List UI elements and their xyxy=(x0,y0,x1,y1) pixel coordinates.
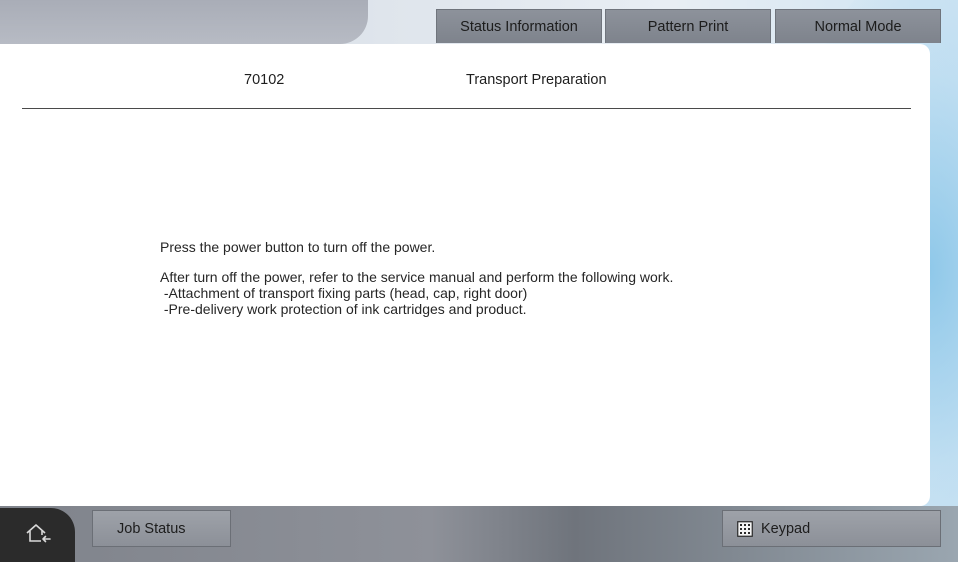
job-status-button[interactable]: Job Status xyxy=(92,510,231,547)
status-code: 70102 xyxy=(244,72,285,88)
instruction-line-attachment: -Attachment of transport fixing parts (h… xyxy=(160,285,528,301)
tab-pattern-print[interactable]: Pattern Print xyxy=(605,9,771,43)
keypad-button[interactable]: Keypad xyxy=(722,510,941,547)
keypad-label: Keypad xyxy=(761,520,811,537)
instruction-line-protection: -Pre-delivery work protection of ink car… xyxy=(160,301,527,317)
printer-panel-screen: Status Information Pattern Print Normal … xyxy=(0,0,958,562)
main-panel: 70102 Transport Preparation Press the po… xyxy=(0,44,930,506)
instruction-line-power: Press the power button to turn off the p… xyxy=(160,239,436,255)
top-left-tab-area xyxy=(0,0,368,44)
tab-normal-mode[interactable]: Normal Mode xyxy=(775,9,941,43)
keypad-icon xyxy=(737,520,753,537)
job-status-label: Job Status xyxy=(117,520,186,537)
page-title: Transport Preparation xyxy=(466,72,607,88)
tab-status-information[interactable]: Status Information xyxy=(436,9,602,43)
home-button[interactable] xyxy=(0,508,75,562)
instruction-message: Press the power button to turn off the p… xyxy=(160,239,673,317)
header-divider xyxy=(22,108,911,109)
home-back-icon xyxy=(24,521,52,550)
instruction-line-service: After turn off the power, refer to the s… xyxy=(160,269,674,285)
